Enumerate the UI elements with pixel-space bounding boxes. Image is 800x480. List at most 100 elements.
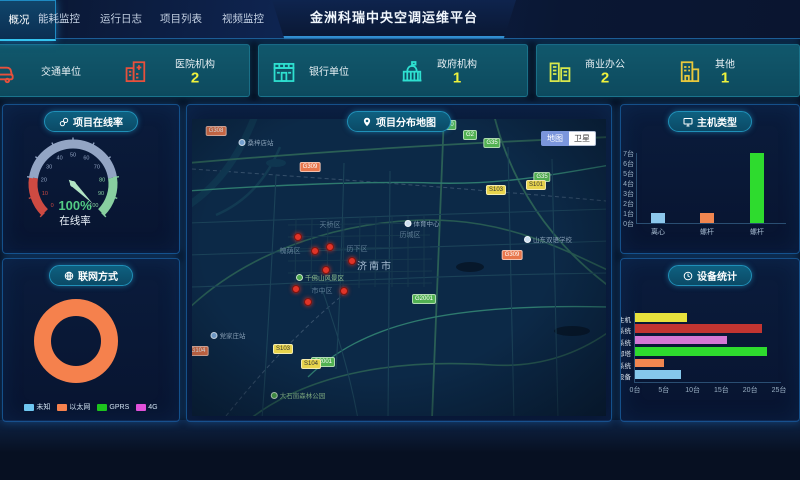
map-canvas[interactable]: G308G309G309G104G20G2G35G35G2001G2001S10… [192, 119, 606, 416]
map-poi[interactable]: 山东双语学校 [524, 234, 572, 244]
district-label: 市中区 [312, 286, 333, 296]
tab-project-list[interactable]: 项目列表 [160, 0, 202, 38]
device-row-label: 风系统 [620, 337, 631, 347]
stat-label: 交通单位 [41, 63, 81, 78]
stat-value: 1 [715, 70, 735, 86]
project-marker[interactable] [322, 266, 330, 274]
stat-card-2: 银行单位 政府机构1 [258, 44, 528, 97]
poi-label: 党家庄站 [220, 330, 246, 340]
svg-text:20: 20 [41, 177, 47, 183]
car-icon [0, 58, 15, 84]
road-badge: S101 [526, 180, 546, 190]
panel-network-type: 联网方式 未知以太网 GPRS 4G [2, 258, 180, 422]
map-header: 项目分布地图 [347, 111, 451, 132]
bottom-glow [0, 420, 800, 480]
host-type-bar [700, 213, 714, 223]
globe-icon [64, 271, 74, 281]
map-poi[interactable]: 大石崮森林公园 [271, 390, 326, 400]
poi-dot-icon [271, 392, 278, 399]
svg-text:80: 80 [99, 177, 105, 183]
map-title: 项目分布地图 [376, 114, 436, 129]
y-axis-tick: 4台 [621, 179, 634, 189]
hospital-icon [123, 58, 149, 84]
x-axis-tick: 15台 [709, 385, 733, 395]
x-axis-tick: 10台 [681, 385, 705, 395]
road-badge: G309 [300, 162, 321, 172]
svg-text:10: 10 [42, 191, 48, 197]
stat-item-other: 其他1 [677, 55, 735, 86]
online-rate-header: 项目在线率 [44, 111, 138, 132]
device-stats-bar [635, 313, 687, 322]
map-poi[interactable]: 桑梓店站 [239, 137, 274, 147]
host-type-bar [651, 213, 665, 223]
map-overlay: G308G309G309G104G20G2G35G35G2001G2001S10… [192, 119, 606, 416]
y-axis-tick: 7台 [621, 149, 634, 159]
legend-label: 4G [148, 404, 157, 411]
y-axis-tick: 5台 [621, 169, 634, 179]
stat-card-3: 商业办公2 其他1 [536, 44, 800, 97]
x-axis-tick: 0台 [623, 385, 647, 395]
device-stats-title: 设备统计 [697, 268, 737, 283]
svg-text:0: 0 [51, 203, 54, 209]
panel-device-stats: 设备统计 主机水系统风系统冷却塔电系统末端设备0台5台10台15台20台25台 [620, 258, 800, 422]
road-badge: G2001 [412, 294, 436, 304]
stat-card-1: 交通单位 医院机构2 [0, 44, 250, 97]
device-stats-bar [635, 347, 767, 356]
stat-item-office: 商业办公2 [547, 55, 625, 86]
tab-run-log[interactable]: 运行日志 [100, 0, 142, 38]
online-rate-label: 在线率 [59, 214, 91, 227]
poi-dot-icon [405, 220, 412, 227]
road-badge: S104 [301, 359, 321, 369]
title-glow-divider [284, 36, 504, 40]
office-icon [547, 58, 573, 84]
panel-project-map: 项目分布地图 [186, 104, 612, 422]
map-poi[interactable]: 体育中心 [405, 218, 440, 228]
project-marker[interactable] [294, 233, 302, 241]
stat-item-traffic: 交通单位 [0, 58, 81, 84]
device-row-label: 电系统 [620, 360, 631, 370]
y-axis-line [634, 311, 635, 383]
project-marker[interactable] [304, 298, 312, 306]
panel-host-type: 主机类型 0台1台2台3台4台5台6台7台离心螺杆螺杆 [620, 104, 800, 254]
panel-online-rate: 项目在线率 0102030405060708090100100%在线率 [2, 104, 180, 254]
satellite-mode-button[interactable]: 卫星 [569, 131, 596, 146]
svg-text:60: 60 [83, 156, 89, 162]
project-marker[interactable] [326, 243, 334, 251]
map-poi[interactable]: 党家庄站 [211, 330, 246, 340]
legend-swatch [24, 404, 34, 411]
tab-video-monitor[interactable]: 视频监控 [222, 0, 264, 38]
legend-item[interactable]: 未知 [24, 402, 50, 412]
device-row-label: 水系统 [620, 325, 631, 335]
project-marker[interactable] [340, 287, 348, 295]
device-stats-header: 设备统计 [668, 265, 752, 286]
road-badge: G2 [463, 130, 477, 140]
link-icon [59, 117, 69, 127]
map-mode-button[interactable]: 地图 [541, 131, 569, 146]
stat-value: 2 [175, 70, 215, 86]
legend-swatch [136, 404, 146, 411]
online-rate-value: 100% [58, 198, 92, 213]
monitor-icon [683, 117, 693, 127]
map-layer-switch: 地图 卫星 [541, 131, 596, 146]
project-marker[interactable] [311, 247, 319, 255]
legend-item[interactable]: 以太网 [57, 402, 90, 412]
district-label: 槐荫区 [280, 246, 301, 256]
platform-title-box: 金洲科瑞中央空调运维平台 [272, 0, 516, 38]
stat-value: 2 [585, 70, 625, 86]
project-marker[interactable] [292, 285, 300, 293]
svg-text:40: 40 [57, 156, 63, 162]
x-axis-category: 螺杆 [737, 227, 777, 237]
poi-dot-icon [524, 236, 531, 243]
government-icon [399, 58, 425, 84]
y-axis-tick: 0台 [621, 219, 634, 229]
project-marker[interactable] [348, 257, 356, 265]
network-header: 联网方式 [49, 265, 133, 286]
legend-swatch [57, 404, 67, 411]
legend-item[interactable]: 4G [136, 402, 157, 412]
tab-energy-monitor[interactable]: 能耗监控 [38, 0, 80, 38]
clock-icon [683, 271, 693, 281]
legend-item[interactable]: GPRS [97, 402, 129, 412]
map-poi[interactable]: 千佛山风景区 [296, 272, 344, 282]
district-label: 天桥区 [320, 220, 341, 230]
poi-label: 体育中心 [414, 218, 440, 228]
